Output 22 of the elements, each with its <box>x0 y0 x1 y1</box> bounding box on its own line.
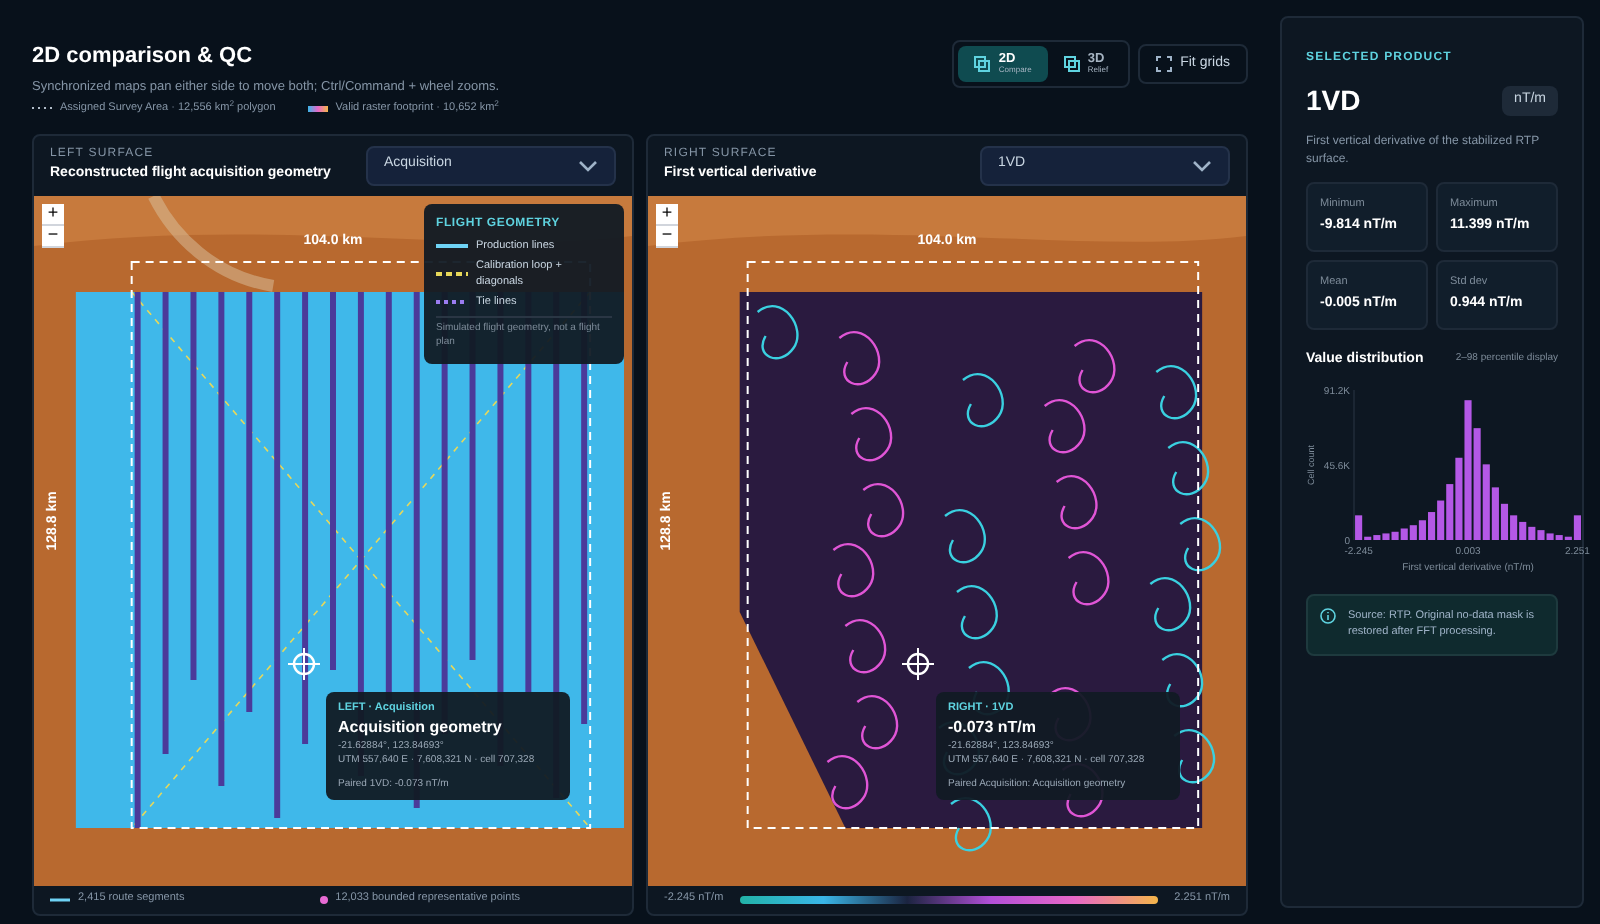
crosshair-icon <box>287 648 320 681</box>
product-name: 1VD <box>1306 82 1361 120</box>
layers-icon <box>1063 56 1080 72</box>
info-icon <box>1320 608 1336 624</box>
gradient-swatch <box>307 105 328 112</box>
zoom-out-button[interactable]: − <box>42 225 64 247</box>
chevron-down-icon <box>1192 159 1212 171</box>
crosshair-icon <box>901 648 934 681</box>
dotted-line-icon <box>436 300 468 305</box>
tooltip-title: -0.073 nT/m <box>948 715 1039 740</box>
zoom-in-button[interactable]: + <box>42 203 64 225</box>
dotted-line-icon <box>32 106 52 111</box>
chevron-down-icon <box>578 159 598 171</box>
zoom-out-button[interactable]: − <box>656 225 678 247</box>
solid-line-icon <box>436 243 468 248</box>
page-title: 2D comparison & QC <box>32 42 255 72</box>
fit-frame-icon <box>1156 56 1173 72</box>
line-icon <box>50 897 70 901</box>
zoom-in-button[interactable]: + <box>656 203 678 225</box>
layers-icon <box>974 56 991 72</box>
dashed-line-icon <box>436 272 468 276</box>
tooltip-title: Acquisition geometry <box>338 715 504 740</box>
